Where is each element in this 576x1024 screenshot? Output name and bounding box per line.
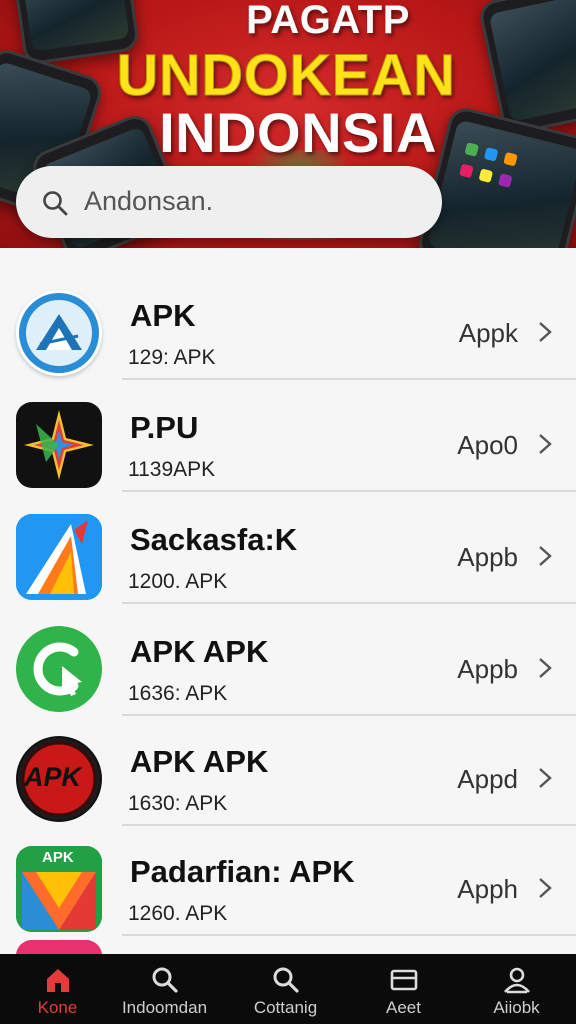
list-item[interactable]: APK APK APK 1630: APK Appd: [0, 712, 576, 826]
banner-headline-line2: UNDOKEAN: [116, 43, 456, 109]
nav-label: Cottanig: [253, 998, 318, 1017]
app-list: APK 129: APK Appk P.PU 1139APK Apo0 Sack…: [0, 248, 576, 954]
app-tag: Apph: [457, 874, 518, 904]
nav-label: Aiiobk: [493, 998, 540, 1017]
app-name: APK APK: [130, 744, 269, 779]
app-tag: Appd: [457, 764, 518, 794]
nav-label: Kone: [37, 998, 78, 1017]
inbox-icon: [390, 969, 418, 991]
chevron-right-icon[interactable]: [536, 876, 554, 900]
profile-icon: [504, 967, 530, 994]
app-size: 1636: APK: [128, 682, 228, 705]
search-icon: [273, 967, 299, 993]
search-icon: [152, 967, 178, 993]
app-name: Sackasfa:K: [130, 522, 298, 557]
app-name: APK APK: [130, 634, 269, 669]
colorful-star-icon: [16, 402, 102, 488]
chevron-right-icon[interactable]: [536, 544, 554, 568]
nav-indoomdan[interactable]: Indoomdan: [107, 954, 222, 1024]
app-size: 1630: APK: [128, 792, 228, 815]
hero-banner: PAGATP UNDOKEAN INDONSIA Andonsan.: [0, 0, 576, 248]
list-item[interactable]: [0, 932, 576, 954]
apk-badge-text: APK: [24, 762, 82, 792]
app-size: 129: APK: [128, 346, 216, 369]
nav-label: Indoomdan: [121, 998, 208, 1017]
play-triangle-icon: APK: [16, 846, 102, 932]
green-arrow-circle-icon: [16, 626, 102, 712]
app-icon-partial: [16, 940, 102, 954]
chevron-right-icon[interactable]: [536, 656, 554, 680]
flame-shape-icon: [16, 514, 102, 600]
app-tag: Appb: [457, 654, 518, 684]
chevron-right-icon[interactable]: [536, 766, 554, 790]
nav-aiiobk[interactable]: Aiiobk: [459, 954, 574, 1024]
apk-label-text: APK: [42, 849, 74, 866]
app-name: APK: [130, 298, 196, 333]
search-icon: [43, 191, 68, 216]
app-tag: Appb: [457, 542, 518, 572]
app-name: P.PU: [130, 410, 199, 445]
nav-aeet[interactable]: Aeet: [346, 954, 461, 1024]
list-item[interactable]: Sackasfa:K 1200. APK Appb: [0, 490, 576, 604]
list-item[interactable]: APK 129: APK Appk: [0, 266, 576, 380]
banner-headline-line3: INDONSIA: [159, 101, 437, 164]
search-bar[interactable]: Andonsan.: [16, 166, 442, 238]
bottom-navigation: Kone Indoomdan Cottanig Aeet Aiiobk: [0, 954, 576, 1024]
home-icon: [47, 969, 69, 992]
app-size: 1139APK: [128, 458, 216, 481]
list-item[interactable]: APK APK 1636: APK Appb: [0, 602, 576, 716]
nav-cottanig[interactable]: Cottanig: [228, 954, 343, 1024]
app-size: 1260. APK: [128, 902, 228, 925]
red-apk-badge-icon: APK: [16, 736, 102, 822]
chevron-right-icon[interactable]: [536, 320, 554, 344]
nav-label: Aeet: [386, 998, 421, 1017]
chevron-right-icon[interactable]: [536, 432, 554, 456]
app-name: Padarfian: APK: [130, 854, 355, 889]
nav-home[interactable]: Kone: [0, 954, 115, 1024]
search-input[interactable]: Andonsan.: [84, 186, 213, 217]
app-tag: Apo0: [457, 430, 518, 460]
banner-headline-line1: PAGATP: [246, 0, 410, 42]
app-size: 1200. APK: [128, 570, 228, 593]
list-item[interactable]: P.PU 1139APK Apo0: [0, 378, 576, 492]
app-tag: Appk: [458, 318, 518, 348]
mountain-emblem-icon: [16, 290, 102, 376]
list-item[interactable]: APK Padarfian: APK 1260. APK Apph: [0, 822, 576, 936]
